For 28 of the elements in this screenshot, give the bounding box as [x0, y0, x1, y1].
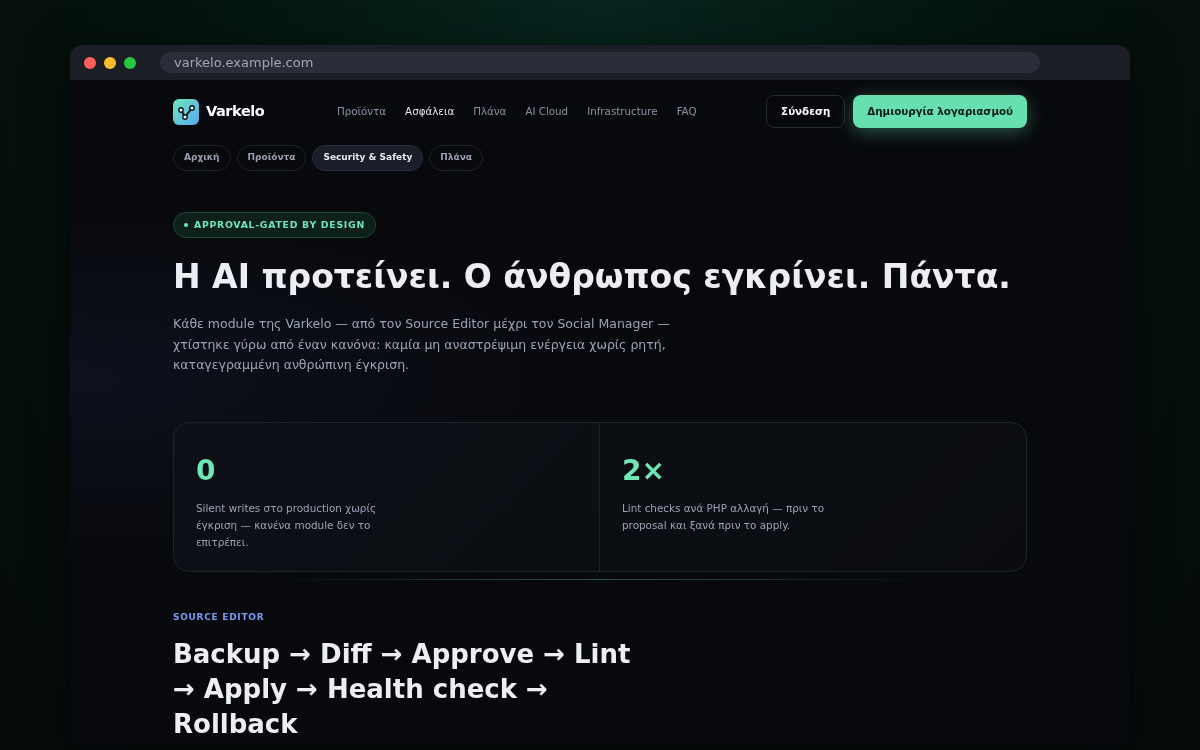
- dot-icon: [184, 223, 188, 227]
- window-minimize-icon[interactable]: [104, 56, 116, 69]
- badge-text: APPROVAL-GATED BY DESIGN: [194, 218, 365, 232]
- create-account-button[interactable]: Δημιουργία λογαριασμού: [853, 95, 1027, 128]
- breadcrumb-link[interactable]: Αρχική: [173, 145, 231, 171]
- breadcrumb-link[interactable]: Security & Safety: [312, 145, 424, 171]
- section-eyebrow: SOURCE EDITOR: [173, 610, 265, 623]
- breadcrumb-link[interactable]: Προϊόντα: [236, 145, 307, 171]
- stat-description: Silent writes στο production χωρίς έγκριση — κανένα module δεν το επιτρέπει.: [196, 500, 378, 550]
- stat-description: Lint checks ανά PHP αλλαγή — πριν το proposal και ξανά πριν το apply.: [622, 500, 826, 533]
- nav-link[interactable]: Ασφάλεια: [405, 103, 455, 120]
- window-zoom-icon[interactable]: [124, 56, 136, 69]
- logo-icon[interactable]: [173, 98, 199, 125]
- login-button[interactable]: Σύνδεση: [766, 95, 846, 128]
- breadcrumb-link[interactable]: Πλάνα: [429, 145, 484, 171]
- nav-link[interactable]: AI Cloud: [525, 103, 569, 120]
- page-heading: Η AI προτείνει. Ο άνθρωπος εγκρίνει. Πάντα.: [173, 257, 1011, 297]
- section-heading: Backup → Diff → Approve → Lint → Apply → Health check → Rollback: [173, 637, 632, 741]
- window-close-icon[interactable]: [84, 56, 96, 69]
- stat-value: 0: [196, 453, 216, 488]
- address-bar[interactable]: varkelo.example.com: [160, 52, 1040, 73]
- hero-description: Κάθε module της Varkelo — από τον Source Editor μέχρι τον Social Manager — χτίστηκε γύρω από έναν κανόνα: καμία μη αναστρέψιμη ενέργεια χωρίς ρητή, καταγεγραμμένη ανθρώπινη έγκριση.: [173, 315, 671, 374]
- stat-value: 2×: [622, 453, 665, 488]
- brand-name[interactable]: Varkelo: [206, 100, 265, 123]
- nav-link[interactable]: Infrastructure: [587, 103, 658, 120]
- nav-link[interactable]: FAQ: [676, 103, 697, 120]
- nav-link[interactable]: Πλάνα: [473, 103, 507, 120]
- nav-link[interactable]: Προϊόντα: [337, 103, 387, 120]
